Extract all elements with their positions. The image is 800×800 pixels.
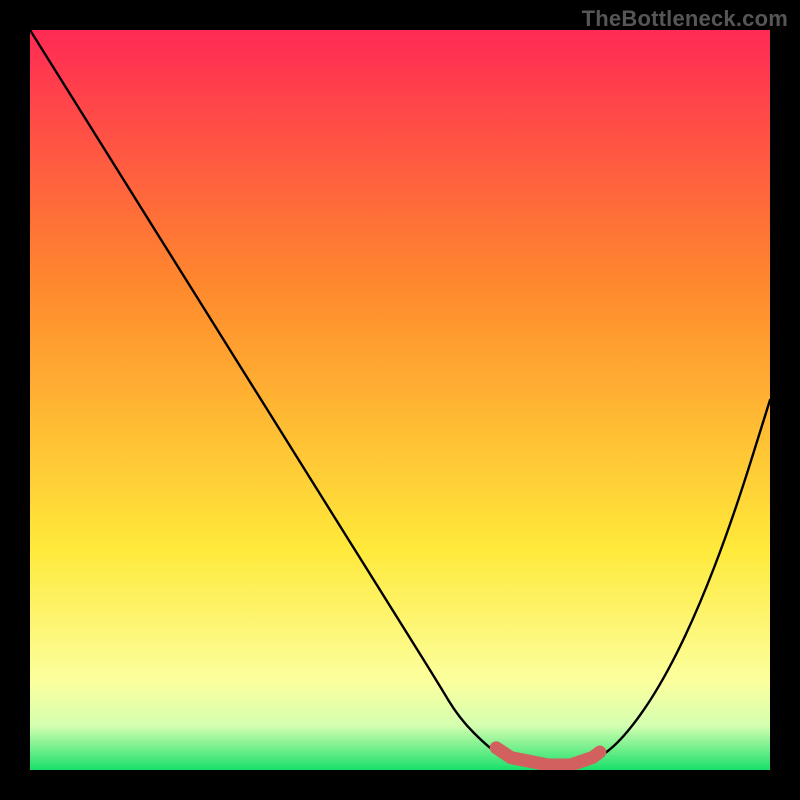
watermark-text: TheBottleneck.com <box>582 6 788 32</box>
gradient-background <box>30 30 770 770</box>
chart-svg <box>30 30 770 770</box>
chart-frame: TheBottleneck.com <box>0 0 800 800</box>
plot-area <box>30 30 770 770</box>
